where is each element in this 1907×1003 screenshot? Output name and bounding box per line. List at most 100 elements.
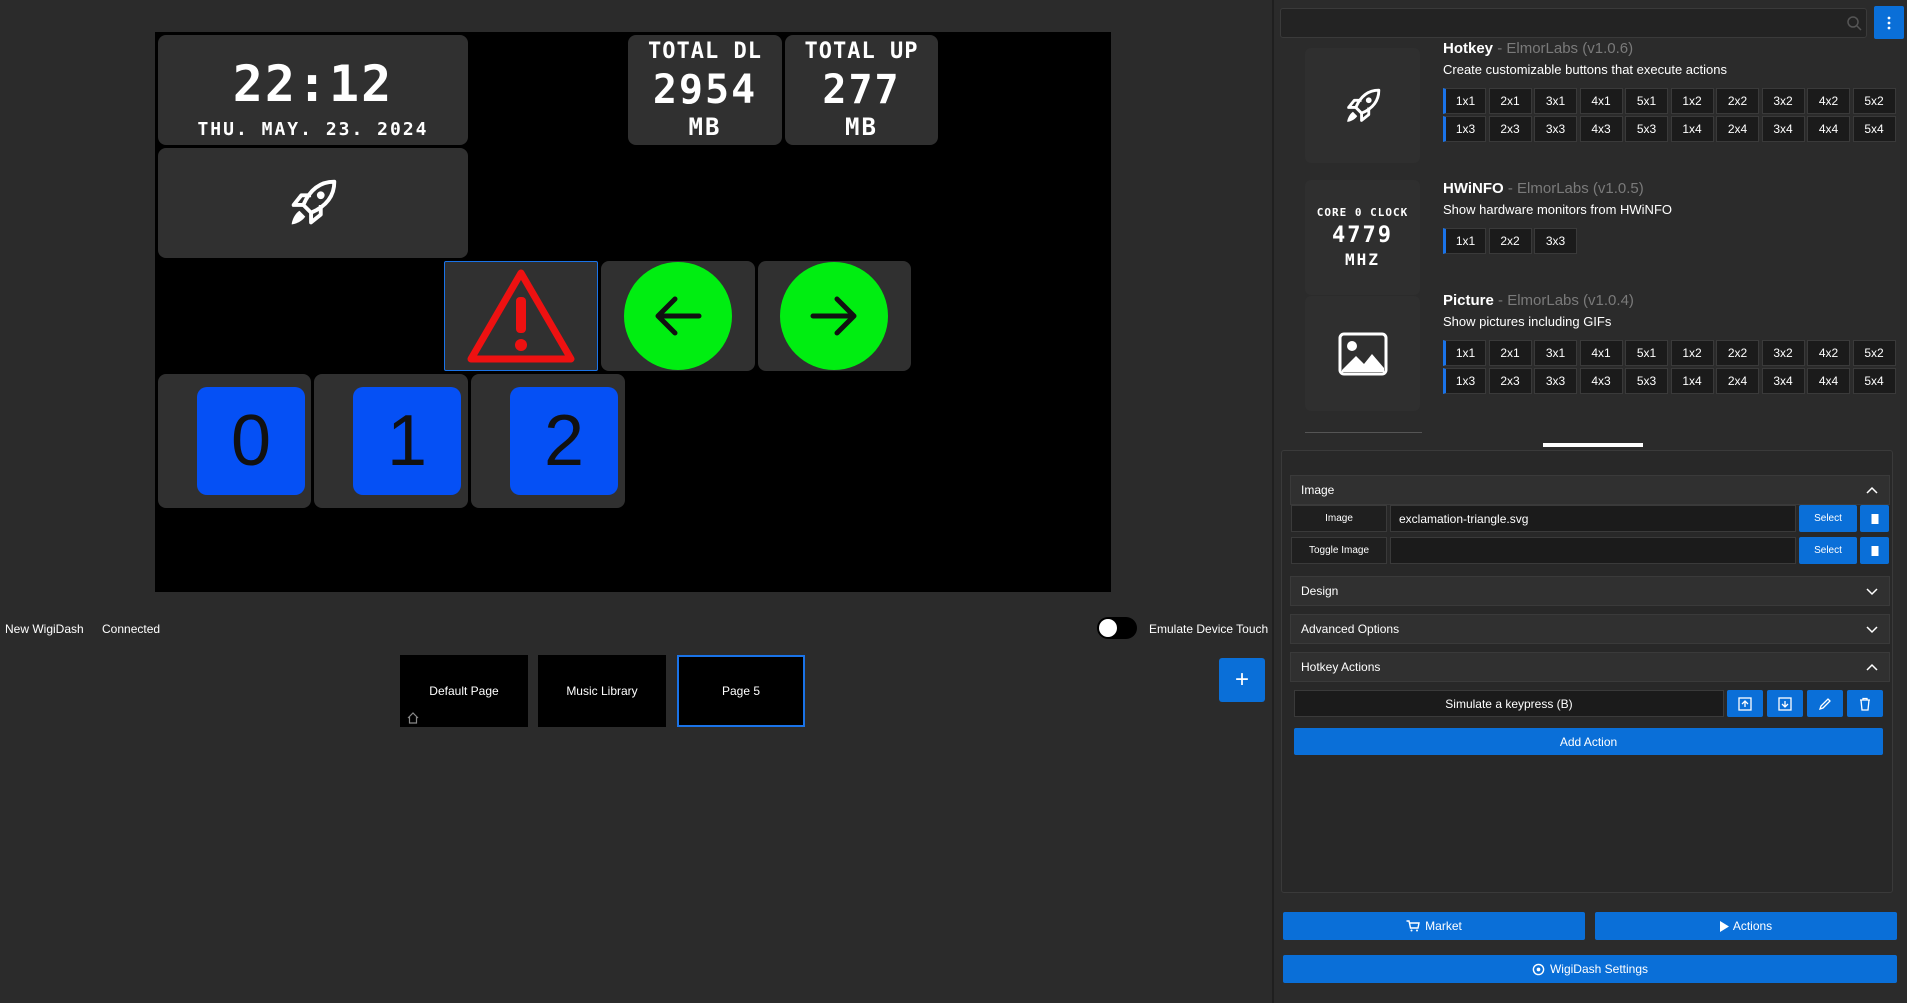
size-option[interactable]: 1x1 [1443, 228, 1486, 254]
next-page-tile[interactable] [758, 261, 911, 371]
arrow-right-button[interactable] [780, 262, 888, 370]
size-option[interactable]: 5x4 [1852, 368, 1896, 394]
size-option[interactable]: 3x4 [1761, 368, 1805, 394]
image-select-button[interactable]: Select [1799, 505, 1857, 532]
size-option[interactable]: 5x2 [1852, 340, 1896, 366]
cart-icon [1406, 920, 1421, 932]
size-option[interactable]: 3x1 [1534, 88, 1577, 114]
image-field[interactable]: exclamation-triangle.svg [1390, 505, 1796, 532]
size-option[interactable]: 1x1 [1443, 340, 1486, 366]
hwinfo-plugin-image[interactable]: CORE 0 CLOCK 4779 MHZ [1305, 180, 1420, 295]
size-option[interactable]: 1x3 [1443, 116, 1486, 142]
page-tab-default[interactable]: Default Page [400, 655, 528, 727]
size-option[interactable]: 5x2 [1852, 88, 1896, 114]
page-2-button[interactable]: 2 [510, 387, 618, 495]
hotkey-plugin-image[interactable] [1305, 48, 1420, 163]
hotkey-rocket-tile[interactable] [158, 148, 468, 258]
total-up-widget[interactable]: TOTAL UP 277 MB [785, 35, 938, 145]
warning-tile[interactable] [444, 261, 598, 371]
hotkey-plugin-title: Hotkey - ElmorLabs (v1.0.6) [1443, 40, 1633, 57]
size-option[interactable]: 4x2 [1807, 340, 1850, 366]
size-option[interactable]: 4x1 [1579, 88, 1623, 114]
size-option[interactable]: 3x3 [1534, 228, 1577, 254]
page-0-button[interactable]: 0 [197, 387, 305, 495]
page-1-tile[interactable]: 1 [314, 374, 468, 508]
size-option[interactable]: 1x4 [1670, 368, 1714, 394]
page-tab-music-library[interactable]: Music Library [538, 655, 666, 727]
size-option[interactable]: 1x3 [1443, 368, 1486, 394]
device-name: New WigiDash [5, 622, 84, 636]
size-option[interactable]: 2x2 [1716, 88, 1759, 114]
picture-plugin-image[interactable] [1305, 296, 1420, 411]
total-dl-widget[interactable]: TOTAL DL 2954 MB [628, 35, 782, 145]
size-option[interactable]: 4x3 [1579, 116, 1623, 142]
size-option[interactable]: 4x3 [1579, 368, 1623, 394]
action-item[interactable]: Simulate a keypress (B) [1294, 690, 1724, 717]
page-2-tile[interactable]: 2 [471, 374, 625, 508]
plugin-list-scrollbar[interactable] [1543, 443, 1643, 447]
advanced-options-section-header[interactable]: Advanced Options [1290, 614, 1890, 644]
plugin-name: HWiNFO [1443, 180, 1504, 197]
size-option[interactable]: 2x3 [1488, 368, 1532, 394]
size-option[interactable]: 4x4 [1807, 368, 1850, 394]
plugin-list[interactable]: Hotkey - ElmorLabs (v1.0.6) Create custo… [1275, 40, 1907, 440]
image-delete-button[interactable] [1860, 505, 1889, 532]
design-section-header[interactable]: Design [1290, 576, 1890, 606]
hotkey-actions-section-header[interactable]: Hotkey Actions [1290, 652, 1890, 682]
move-action-up-button[interactable] [1727, 690, 1763, 717]
size-option[interactable]: 3x4 [1761, 116, 1805, 142]
settings-label: WigiDash Settings [1549, 962, 1649, 976]
size-option[interactable]: 5x3 [1625, 116, 1668, 142]
size-option[interactable]: 3x2 [1761, 88, 1805, 114]
size-option[interactable]: 1x2 [1670, 340, 1714, 366]
plugin-meta: - ElmorLabs (v1.0.6) [1493, 40, 1634, 57]
emulate-touch-toggle[interactable] [1097, 617, 1137, 639]
plugin-menu-button[interactable] [1874, 6, 1904, 39]
wigidash-settings-button[interactable]: WigiDash Settings [1283, 955, 1897, 983]
arrow-left-button[interactable] [624, 262, 732, 370]
size-option[interactable]: 2x1 [1488, 340, 1532, 366]
add-page-button[interactable]: + [1219, 658, 1265, 702]
hwinfo-preview-unit: MHZ [1345, 250, 1380, 269]
size-option[interactable]: 2x2 [1488, 228, 1532, 254]
edit-action-button[interactable] [1807, 690, 1843, 717]
image-section-header[interactable]: Image [1290, 475, 1890, 505]
size-option[interactable]: 2x1 [1488, 88, 1532, 114]
market-button[interactable]: Market [1283, 912, 1585, 940]
size-option[interactable]: 4x4 [1807, 116, 1850, 142]
device-preview[interactable]: 22:12 THU. MAY. 23. 2024 TOTAL DL 2954 M… [155, 32, 1111, 592]
toggle-image-select-button[interactable]: Select [1799, 537, 1857, 564]
size-option[interactable]: 3x2 [1761, 340, 1805, 366]
page-1-button[interactable]: 1 [353, 387, 461, 495]
size-option[interactable]: 2x4 [1716, 368, 1759, 394]
size-option[interactable]: 3x3 [1534, 368, 1577, 394]
size-option[interactable]: 3x1 [1534, 340, 1577, 366]
size-option[interactable]: 1x4 [1670, 116, 1714, 142]
toggle-image-delete-button[interactable] [1860, 537, 1889, 564]
size-option[interactable]: 5x3 [1625, 368, 1668, 394]
size-option[interactable]: 5x1 [1625, 88, 1668, 114]
clock-widget[interactable]: 22:12 THU. MAY. 23. 2024 [158, 35, 468, 145]
rocket-icon [1346, 88, 1380, 122]
page-0-tile[interactable]: 0 [158, 374, 311, 508]
toggle-image-field[interactable] [1390, 537, 1796, 564]
previous-page-tile[interactable] [601, 261, 755, 371]
move-action-down-button[interactable] [1767, 690, 1803, 717]
size-option[interactable]: 4x2 [1807, 88, 1850, 114]
add-action-button[interactable]: Add Action [1294, 728, 1883, 755]
size-option[interactable]: 1x2 [1670, 88, 1714, 114]
size-option[interactable]: 5x4 [1852, 116, 1896, 142]
size-option[interactable]: 5x1 [1625, 340, 1668, 366]
page-tab-label: Music Library [566, 684, 638, 698]
size-option[interactable]: 2x2 [1716, 340, 1759, 366]
plugin-name: Hotkey [1443, 40, 1494, 57]
size-option[interactable]: 2x4 [1716, 116, 1759, 142]
size-option[interactable]: 3x3 [1534, 116, 1577, 142]
page-tab-page-5[interactable]: Page 5 [677, 655, 805, 727]
actions-button[interactable]: Actions [1595, 912, 1897, 940]
size-option[interactable]: 2x3 [1488, 116, 1532, 142]
plugin-search-input[interactable] [1280, 8, 1867, 38]
delete-action-button[interactable] [1847, 690, 1883, 717]
size-option[interactable]: 1x1 [1443, 88, 1486, 114]
size-option[interactable]: 4x1 [1579, 340, 1623, 366]
